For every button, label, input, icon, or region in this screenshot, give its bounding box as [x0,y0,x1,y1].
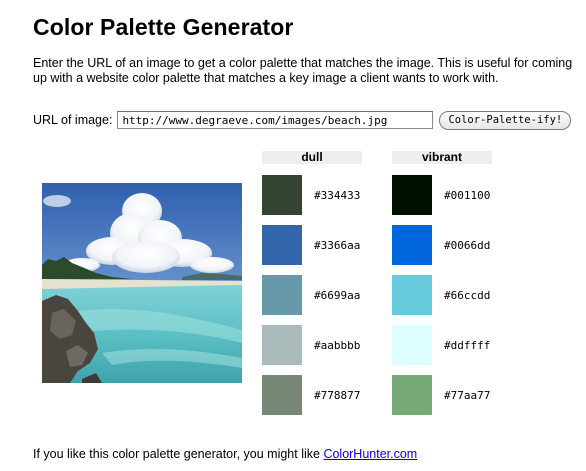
vibrant-swatch-2 [392,225,432,265]
footer: If you like this color palette generator… [33,447,417,461]
dull-swatch-row-5: #778877 [262,375,360,415]
vibrant-swatch-4 [392,325,432,365]
vibrant-column-header: vibrant [392,151,492,164]
vibrant-swatch-5 [392,375,432,415]
dull-swatch-row-4: #aabbbb [262,325,360,365]
url-form: URL of image: Color-Palette-ify! [33,109,572,131]
intro-text: Enter the URL of an image to get a color… [33,56,573,85]
dull-hex-3: #6699aa [314,288,361,302]
dull-column-header: dull [262,151,362,164]
page-title: Color Palette Generator [33,14,294,40]
dull-swatch-row-1: #334433 [262,175,360,215]
vibrant-swatch-row-1: #001100 [392,175,490,215]
vibrant-swatch-1 [392,175,432,215]
vibrant-hex-1: #001100 [444,188,491,202]
colorhunter-link[interactable]: ColorHunter.com [323,447,417,461]
vibrant-swatch-row-3: #66ccdd [392,275,490,315]
vibrant-hex-5: #77aa77 [444,388,491,402]
vibrant-swatch-row-4: #ddffff [392,325,490,365]
url-label: URL of image: [33,113,113,127]
vibrant-hex-4: #ddffff [444,338,491,352]
dull-swatch-3 [262,275,302,315]
dull-swatch-1 [262,175,302,215]
dull-swatch-row-2: #3366aa [262,225,360,265]
vibrant-hex-3: #66ccdd [444,288,491,302]
dull-swatch-4 [262,325,302,365]
vibrant-swatch-row-5: #77aa77 [392,375,490,415]
vibrant-swatch-3 [392,275,432,315]
dull-hex-2: #3366aa [314,238,361,252]
dull-swatch-5 [262,375,302,415]
dull-swatch-row-3: #6699aa [262,275,360,315]
url-input[interactable] [117,111,434,129]
vibrant-hex-2: #0066dd [444,238,491,252]
dull-swatch-2 [262,225,302,265]
dull-hex-5: #778877 [314,388,361,402]
dull-hex-1: #334433 [314,188,361,202]
vibrant-swatch-row-2: #0066dd [392,225,490,265]
color-palette-ify-button[interactable]: Color-Palette-ify! [439,110,572,130]
beach-image [42,183,242,383]
footer-text: If you like this color palette generator… [33,447,324,461]
dull-hex-4: #aabbbb [314,338,361,352]
page: Color Palette Generator Enter the URL of… [0,0,586,471]
